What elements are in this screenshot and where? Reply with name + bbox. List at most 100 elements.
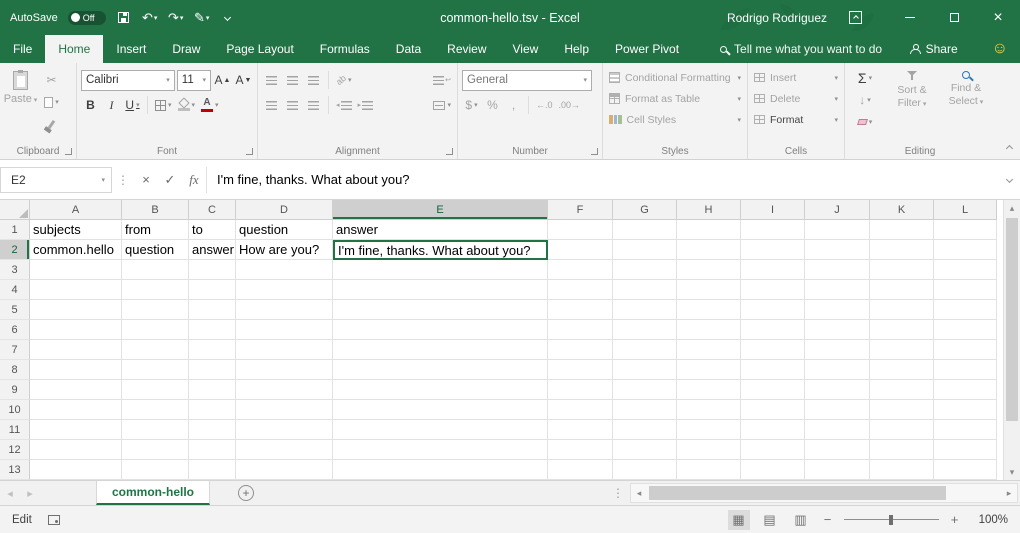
- cell-K11[interactable]: [870, 420, 934, 440]
- shrink-font-button[interactable]: A▼: [234, 70, 253, 90]
- decrease-decimal-button[interactable]: .00→: [557, 95, 583, 115]
- cell-H7[interactable]: [677, 340, 741, 360]
- cell-K8[interactable]: [870, 360, 934, 380]
- cell-H10[interactable]: [677, 400, 741, 420]
- scroll-left-icon[interactable]: ◂: [631, 484, 647, 502]
- cell-D13[interactable]: [236, 460, 333, 480]
- align-center-button[interactable]: [283, 95, 302, 115]
- cell-A11[interactable]: [30, 420, 122, 440]
- cell-C1[interactable]: to: [189, 220, 236, 240]
- fill-color-button[interactable]: ▾: [176, 95, 198, 115]
- tab-page-layout[interactable]: Page Layout: [213, 35, 306, 63]
- cell-A12[interactable]: [30, 440, 122, 460]
- cell-F1[interactable]: [548, 220, 613, 240]
- cell-D2[interactable]: How are you?: [236, 240, 333, 260]
- cell-I7[interactable]: [741, 340, 805, 360]
- tell-me-box[interactable]: Tell me what you want to do: [712, 35, 890, 63]
- cell-K3[interactable]: [870, 260, 934, 280]
- ribbon-display-options-icon[interactable]: [849, 11, 862, 24]
- cell-C11[interactable]: [189, 420, 236, 440]
- row-header-12[interactable]: 12: [0, 440, 30, 460]
- cell-F4[interactable]: [548, 280, 613, 300]
- cell-H4[interactable]: [677, 280, 741, 300]
- cell-F8[interactable]: [548, 360, 613, 380]
- format-cells-button[interactable]: Format▾: [754, 110, 838, 129]
- signed-in-user[interactable]: Rodrigo Rodriguez: [727, 11, 827, 25]
- cell-L8[interactable]: [934, 360, 997, 380]
- cell-C3[interactable]: [189, 260, 236, 280]
- decrease-indent-button[interactable]: ◂: [334, 95, 354, 115]
- cell-G6[interactable]: [613, 320, 677, 340]
- cell-B11[interactable]: [122, 420, 189, 440]
- align-left-button[interactable]: [262, 95, 281, 115]
- cell-I12[interactable]: [741, 440, 805, 460]
- cell-H6[interactable]: [677, 320, 741, 340]
- cell-G7[interactable]: [613, 340, 677, 360]
- cell-B1[interactable]: from: [122, 220, 189, 240]
- accounting-format-button[interactable]: $▾: [462, 95, 481, 115]
- cell-J12[interactable]: [805, 440, 870, 460]
- next-sheet-icon[interactable]: ▸: [20, 481, 40, 505]
- font-size-select[interactable]: 11▾: [177, 70, 211, 91]
- cell-G10[interactable]: [613, 400, 677, 420]
- minimize-button[interactable]: [888, 0, 932, 35]
- page-break-view-button[interactable]: ▥: [790, 510, 812, 530]
- cell-D8[interactable]: [236, 360, 333, 380]
- middle-align-button[interactable]: [283, 70, 302, 90]
- cell-L5[interactable]: [934, 300, 997, 320]
- column-header-L[interactable]: L: [934, 200, 997, 220]
- cell-L2[interactable]: [934, 240, 997, 260]
- cell-A3[interactable]: [30, 260, 122, 280]
- cell-I8[interactable]: [741, 360, 805, 380]
- cell-G5[interactable]: [613, 300, 677, 320]
- cell-L6[interactable]: [934, 320, 997, 340]
- cell-H3[interactable]: [677, 260, 741, 280]
- cell-L12[interactable]: [934, 440, 997, 460]
- cell-L11[interactable]: [934, 420, 997, 440]
- column-header-C[interactable]: C: [189, 200, 236, 220]
- cell-D3[interactable]: [236, 260, 333, 280]
- clipboard-dialog-launcher[interactable]: [65, 148, 72, 155]
- row-header-13[interactable]: 13: [0, 460, 30, 480]
- cell-E5[interactable]: [333, 300, 548, 320]
- scroll-down-icon[interactable]: ▾: [1004, 464, 1020, 480]
- alignment-dialog-launcher[interactable]: [446, 148, 453, 155]
- cell-C4[interactable]: [189, 280, 236, 300]
- row-header-11[interactable]: 11: [0, 420, 30, 440]
- maximize-button[interactable]: [932, 0, 976, 35]
- grow-font-button[interactable]: A▲: [213, 70, 232, 90]
- cell-L10[interactable]: [934, 400, 997, 420]
- bottom-align-button[interactable]: [304, 70, 323, 90]
- cell-J7[interactable]: [805, 340, 870, 360]
- cell-D9[interactable]: [236, 380, 333, 400]
- font-dialog-launcher[interactable]: [246, 148, 253, 155]
- cell-H5[interactable]: [677, 300, 741, 320]
- cell-F13[interactable]: [548, 460, 613, 480]
- formula-bar-expand-icon[interactable]: [998, 177, 1020, 182]
- page-layout-view-button[interactable]: ▤: [759, 510, 781, 530]
- cell-I6[interactable]: [741, 320, 805, 340]
- cell-D10[interactable]: [236, 400, 333, 420]
- cell-B8[interactable]: [122, 360, 189, 380]
- new-sheet-button[interactable]: +: [238, 485, 254, 501]
- cell-F10[interactable]: [548, 400, 613, 420]
- horizontal-scrollbar[interactable]: ◂ ▸: [630, 483, 1018, 503]
- cell-K13[interactable]: [870, 460, 934, 480]
- tab-splitter-grip[interactable]: ⋮: [606, 486, 630, 500]
- feedback-smiley-icon[interactable]: ☺: [968, 35, 1020, 63]
- cell-I4[interactable]: [741, 280, 805, 300]
- cell-H2[interactable]: [677, 240, 741, 260]
- horizontal-scroll-thumb[interactable]: [649, 486, 946, 500]
- scroll-right-icon[interactable]: ▸: [1001, 484, 1017, 502]
- zoom-out-button[interactable]: −: [821, 512, 835, 527]
- number-format-select[interactable]: General▾: [462, 70, 592, 91]
- column-header-J[interactable]: J: [805, 200, 870, 220]
- cell-D1[interactable]: question: [236, 220, 333, 240]
- cell-H11[interactable]: [677, 420, 741, 440]
- cell-B2[interactable]: question: [122, 240, 189, 260]
- cell-E13[interactable]: [333, 460, 548, 480]
- column-header-G[interactable]: G: [613, 200, 677, 220]
- merge-center-button[interactable]: ▾: [431, 95, 453, 115]
- cell-B6[interactable]: [122, 320, 189, 340]
- cell-D11[interactable]: [236, 420, 333, 440]
